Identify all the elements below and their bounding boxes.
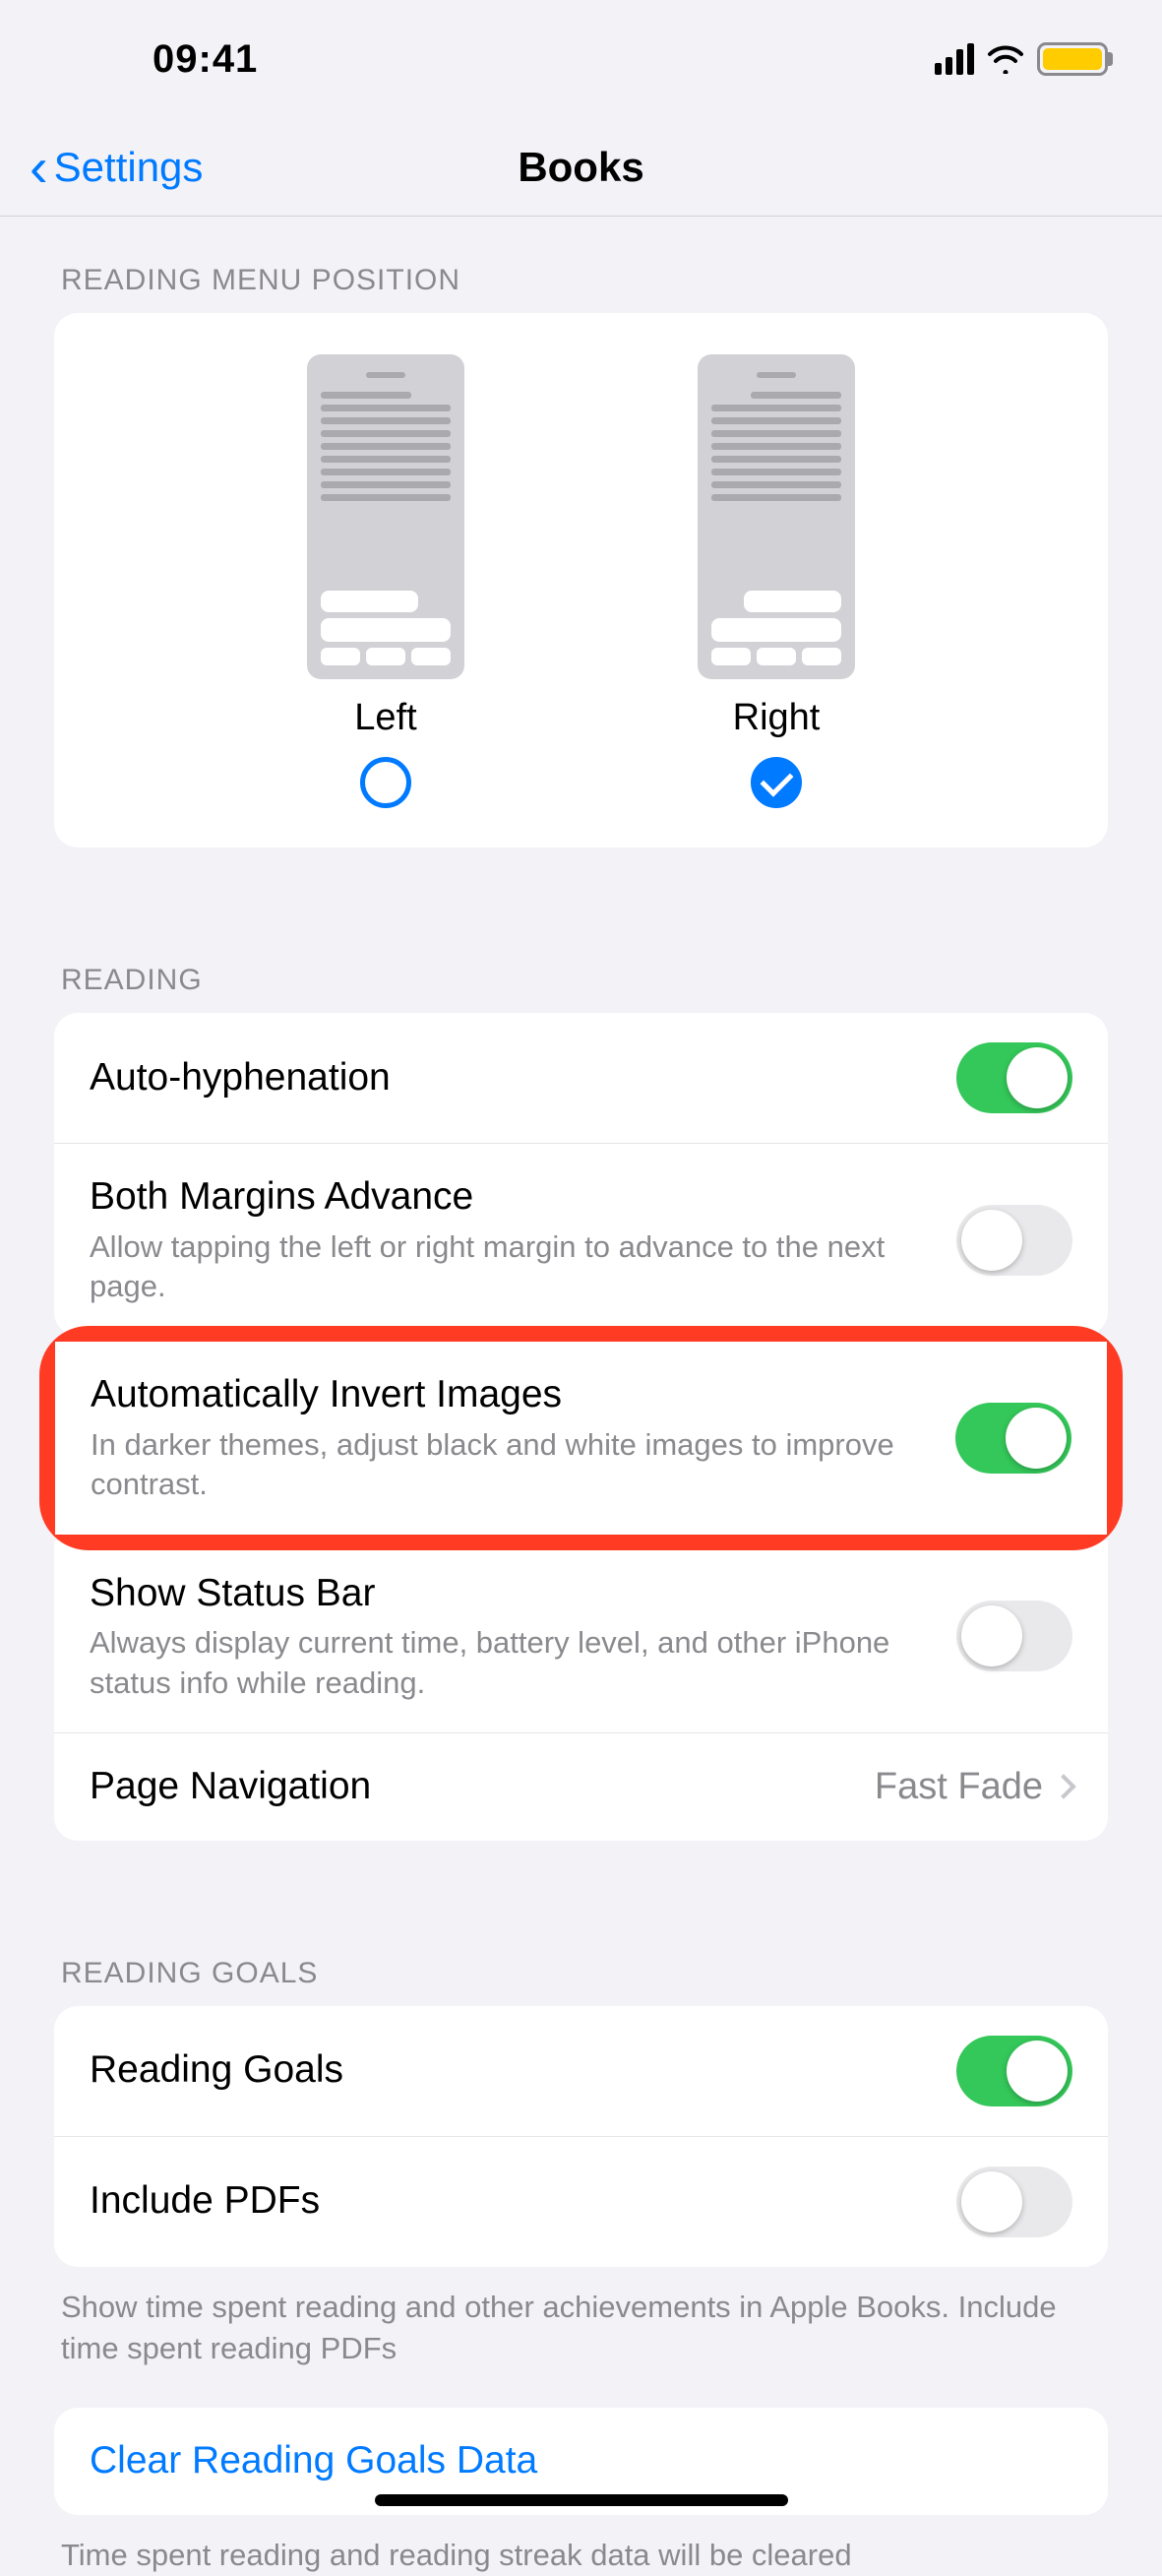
both-margins-toggle[interactable] [956, 1205, 1072, 1276]
page-navigation-label: Page Navigation [90, 1763, 855, 1811]
cellular-signal-icon [935, 43, 974, 75]
clear-reading-goals-label: Clear Reading Goals Data [90, 2437, 1053, 2485]
cell-status-bar: Show Status Bar Always display current t… [54, 1540, 1108, 1732]
clear-footer: Time spent reading and reading streak da… [0, 2515, 1162, 2576]
menu-position-left-label: Left [354, 697, 416, 739]
status-bar-label: Show Status Bar [90, 1570, 937, 1618]
cell-invert-images: Automatically Invert Images In darker th… [55, 1342, 1107, 1534]
cell-include-pdfs: Include PDFs [54, 2136, 1108, 2267]
invert-images-sub: In darker themes, adjust black and white… [91, 1425, 936, 1505]
cell-page-navigation[interactable]: Page Navigation Fast Fade [54, 1732, 1108, 1841]
menu-position-right-option[interactable]: Right [698, 354, 855, 808]
auto-hyphenation-label: Auto-hyphenation [90, 1054, 937, 1102]
include-pdfs-toggle[interactable] [956, 2167, 1072, 2237]
group-menu-position: Left Right [54, 313, 1108, 848]
menu-position-left-preview [307, 354, 464, 679]
battery-icon [1037, 42, 1108, 76]
status-time: 09:41 [153, 37, 258, 82]
cell-reading-goals: Reading Goals [54, 2006, 1108, 2136]
home-indicator[interactable] [375, 2494, 788, 2506]
status-bar-toggle[interactable] [956, 1601, 1072, 1671]
menu-position-right-label: Right [733, 697, 821, 739]
invert-images-label: Automatically Invert Images [91, 1371, 936, 1419]
menu-position-left-radio[interactable] [360, 757, 411, 808]
both-margins-label: Both Margins Advance [90, 1173, 937, 1222]
back-label: Settings [54, 144, 204, 191]
page-title: Books [518, 144, 643, 191]
section-header-menu-position: READING MENU POSITION [0, 217, 1162, 313]
page-navigation-value: Fast Fade [875, 1766, 1043, 1808]
chevron-right-icon [1051, 1775, 1075, 1799]
section-header-reading: READING [0, 916, 1162, 1013]
section-header-goals: READING GOALS [0, 1910, 1162, 2006]
menu-position-left-option[interactable]: Left [307, 354, 464, 808]
status-bar-sub: Always display current time, battery lev… [90, 1623, 937, 1703]
back-button[interactable]: ‹ Settings [30, 144, 203, 191]
navigation-bar: ‹ Settings Books [0, 118, 1162, 217]
chevron-left-icon: ‹ [30, 154, 48, 181]
highlight-annotation: Automatically Invert Images In darker th… [39, 1326, 1123, 1549]
wifi-icon [986, 44, 1025, 74]
menu-position-right-preview [698, 354, 855, 679]
group-reading: Auto-hyphenation Both Margins Advance Al… [54, 1013, 1108, 1336]
status-indicators [935, 42, 1108, 76]
reading-goals-toggle[interactable] [956, 2036, 1072, 2106]
goals-footer: Show time spent reading and other achiev… [0, 2267, 1162, 2369]
cell-both-margins: Both Margins Advance Allow tapping the l… [54, 1143, 1108, 1336]
group-reading-continued: Show Status Bar Always display current t… [54, 1540, 1108, 1841]
group-goals: Reading Goals Include PDFs [54, 2006, 1108, 2267]
invert-images-toggle[interactable] [955, 1403, 1071, 1474]
status-bar: 09:41 [0, 0, 1162, 118]
cell-auto-hyphenation: Auto-hyphenation [54, 1013, 1108, 1143]
menu-position-right-radio[interactable] [751, 757, 802, 808]
include-pdfs-label: Include PDFs [90, 2177, 937, 2226]
auto-hyphenation-toggle[interactable] [956, 1042, 1072, 1113]
reading-goals-label: Reading Goals [90, 2046, 937, 2095]
both-margins-sub: Allow tapping the left or right margin t… [90, 1227, 937, 1307]
